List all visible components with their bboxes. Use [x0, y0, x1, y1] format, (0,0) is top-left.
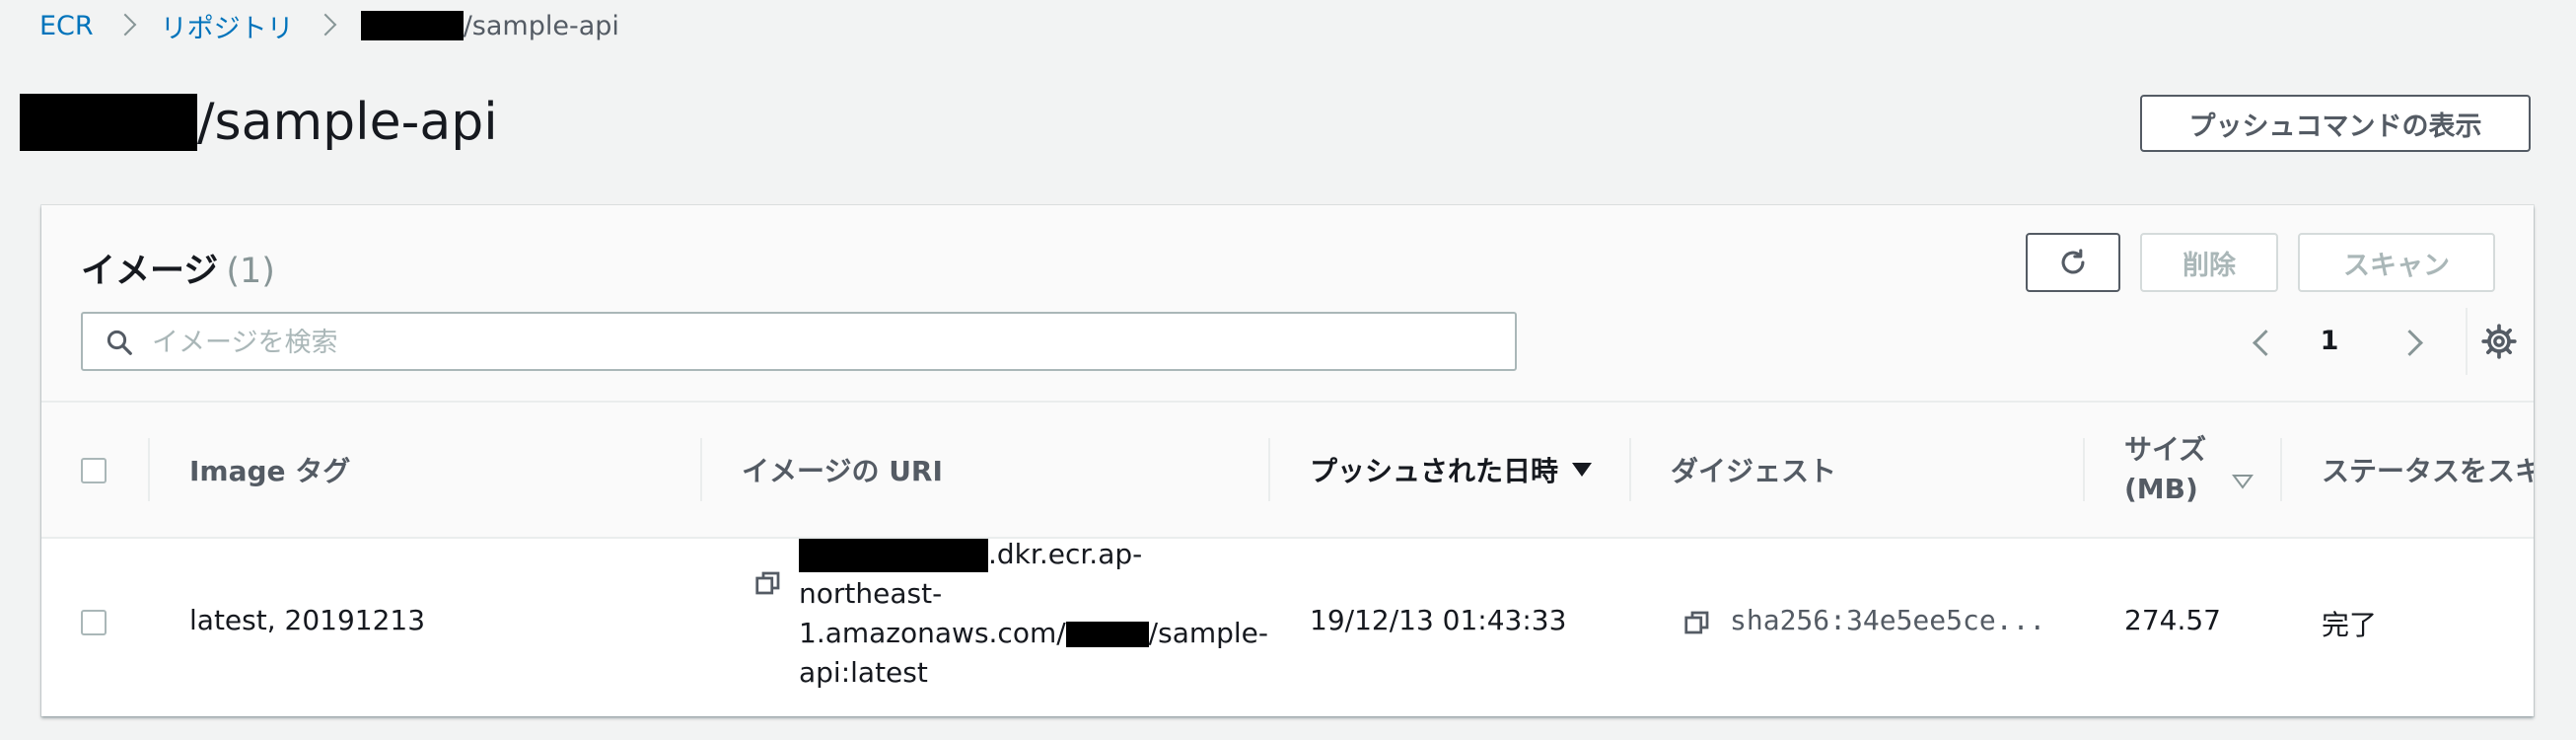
column-separator	[1629, 438, 1631, 501]
sort-descending-icon	[1572, 463, 1593, 477]
refresh-button[interactable]	[2026, 233, 2120, 292]
column-header-pushed-at[interactable]: プッシュされた日時	[1310, 403, 1594, 537]
redacted-account-block	[799, 539, 988, 572]
pager-divider	[2466, 308, 2468, 375]
image-tag-cell: latest, 20191213	[189, 604, 426, 636]
image-uri-line: .dkr.ecr.ap-	[799, 535, 1268, 574]
select-all-checkbox[interactable]	[81, 458, 107, 483]
table-settings-button[interactable]	[2479, 322, 2519, 361]
search-icon	[107, 330, 132, 355]
view-push-commands-button[interactable]: プッシュコマンドの表示	[2140, 95, 2531, 152]
redacted-account-block	[360, 11, 464, 40]
image-uri-part: /sample-	[1148, 617, 1269, 649]
column-header-image-tag[interactable]: Image タグ	[189, 403, 350, 537]
digest-cell[interactable]: sha256:34e5ee5ce...	[1730, 604, 2045, 636]
page-title-label: /sample-api	[197, 93, 498, 152]
size-cell: 274.57	[2124, 604, 2221, 636]
pushed-at-cell: 19/12/13 01:43:33	[1310, 604, 1567, 636]
settings-gear-icon	[2481, 324, 2517, 359]
column-separator	[148, 438, 150, 501]
column-header-digest[interactable]: ダイジェスト	[1671, 403, 1836, 537]
column-header-pushed-at-label: プッシュされた日時	[1310, 455, 1559, 487]
refresh-icon	[2061, 249, 2085, 274]
column-header-image-tag-label: Image タグ	[189, 455, 351, 487]
image-uri-line: northeast-	[799, 577, 943, 610]
breadcrumb-current-label: /sample-api	[463, 10, 619, 41]
copy-icon[interactable]	[753, 568, 783, 598]
column-header-size-label: サイズ (MB)	[2124, 430, 2206, 509]
chevron-left-icon[interactable]	[2247, 322, 2276, 361]
image-uri-line: api:latest	[799, 656, 928, 689]
images-table-header: Image タグ イメージの URI プッシュされた日時 ダイジェスト サイズ …	[41, 403, 2534, 539]
image-uri-part: 1.amazonaws.com/	[799, 617, 1066, 649]
column-header-separator	[1268, 438, 1270, 501]
column-separator	[2083, 438, 2085, 501]
image-search-input[interactable]	[150, 322, 1495, 363]
scan-status-cell: 完了	[2322, 609, 2378, 641]
breadcrumb-current: /sample-api	[360, 10, 619, 41]
column-header-scan-status[interactable]: ステータスをスキャン	[2322, 403, 2534, 537]
page-title: /sample-api	[20, 91, 498, 154]
column-header-size-line2: (MB)	[2124, 473, 2198, 505]
current-page-number[interactable]: 1	[2310, 322, 2349, 361]
breadcrumb-ecr-link[interactable]: ECR	[39, 11, 94, 41]
column-header-image-uri-label: イメージの URI	[742, 455, 943, 487]
delete-button[interactable]: 削除	[2140, 233, 2278, 292]
breadcrumb-repositories-link[interactable]: リポジトリ	[161, 7, 294, 45]
image-search-box	[81, 312, 1517, 371]
sort-icon	[2232, 475, 2254, 489]
image-uri-cell: .dkr.ecr.ap- northeast- 1.amazonaws.com/…	[799, 535, 1268, 693]
column-header-size-line1: サイズ	[2124, 433, 2207, 466]
column-header-size[interactable]: サイズ (MB)	[2124, 403, 2254, 537]
row-checkbox[interactable]	[81, 610, 107, 635]
chevron-right-icon	[107, 8, 147, 43]
redacted-account-block	[20, 94, 197, 151]
breadcrumb: ECR リポジトリ /sample-api	[39, 7, 619, 45]
chevron-right-icon[interactable]	[2398, 322, 2428, 361]
column-header-image-uri[interactable]: イメージの URI	[742, 403, 943, 537]
scan-button[interactable]: スキャン	[2298, 233, 2495, 292]
images-title-label: イメージ	[81, 252, 219, 291]
redacted-account-block	[1065, 622, 1149, 647]
images-panel: イメージ(1) 削除 スキャン 1	[41, 205, 2534, 716]
column-header-scan-status-label: ステータスをスキャン	[2322, 455, 2534, 487]
column-separator	[2280, 438, 2282, 501]
column-header-digest-label: ダイジェスト	[1671, 455, 1837, 487]
images-panel-header: イメージ(1) 削除 スキャン 1	[41, 205, 2534, 403]
table-row[interactable]: latest, 20191213 .dkr.ecr.ap- northeast-…	[41, 538, 2534, 716]
column-separator	[700, 438, 702, 501]
images-count: (1)	[226, 252, 275, 291]
image-uri-line: 1.amazonaws.com/ /sample-	[799, 614, 1268, 653]
chevron-right-icon	[308, 8, 347, 43]
copy-icon[interactable]	[1682, 608, 1712, 637]
images-panel-title: イメージ (1)	[81, 243, 275, 293]
image-uri-part: .dkr.ecr.ap-	[988, 538, 1143, 570]
